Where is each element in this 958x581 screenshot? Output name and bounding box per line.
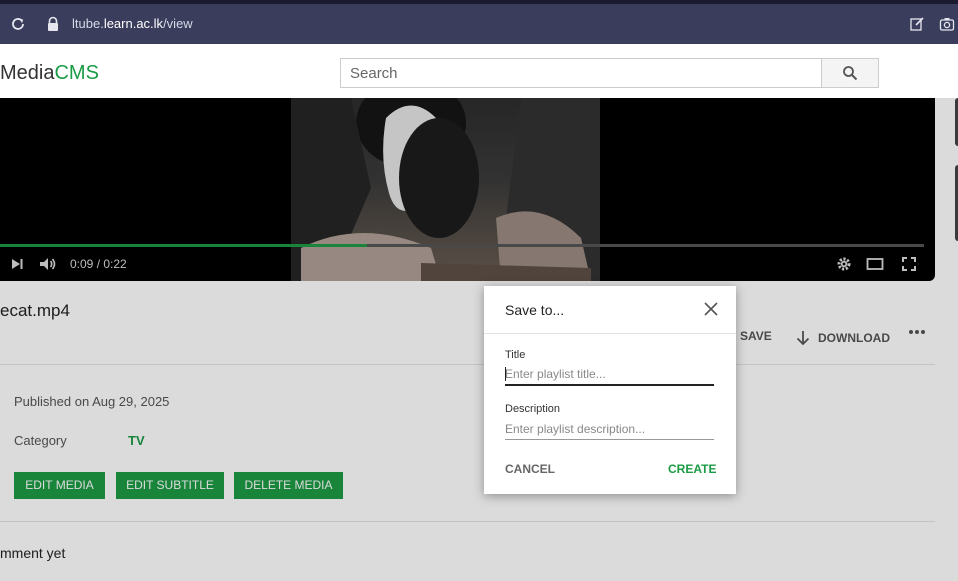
url-domain: learn.ac.lk — [103, 16, 164, 31]
camera-icon[interactable] — [939, 16, 955, 32]
url-prefix: ltube. — [72, 16, 104, 31]
site-logo[interactable]: MediaCMS — [0, 62, 99, 85]
lock-icon[interactable] — [46, 16, 60, 32]
edit-note-icon[interactable] — [909, 16, 925, 32]
logo-media-text: Media — [0, 62, 55, 84]
url-path: /view — [163, 16, 193, 31]
text-caret — [505, 367, 506, 381]
site-header: MediaCMS — [0, 48, 958, 98]
dialog-divider — [484, 333, 736, 334]
browser-toolbar: ltube.learn.ac.lk/view — [0, 4, 958, 44]
playlist-title-input[interactable] — [505, 364, 714, 386]
search-icon — [843, 66, 858, 81]
reload-icon[interactable] — [10, 16, 26, 32]
modal-backdrop[interactable] — [0, 98, 958, 581]
cancel-button[interactable]: CANCEL — [505, 462, 555, 476]
description-field-label: Description — [505, 403, 561, 415]
title-field-label: Title — [505, 349, 526, 361]
logo-cms-text: CMS — [54, 62, 99, 84]
search-button[interactable] — [821, 58, 879, 88]
save-to-playlist-dialog: Save to... Title Description CANCEL CREA… — [484, 286, 736, 494]
close-icon[interactable] — [704, 302, 718, 316]
address-bar-url[interactable]: ltube.learn.ac.lk/view — [72, 16, 193, 31]
create-button[interactable]: CREATE — [668, 462, 716, 476]
dialog-title: Save to... — [505, 302, 565, 318]
playlist-description-input[interactable] — [505, 418, 714, 440]
search-input[interactable] — [340, 58, 822, 88]
